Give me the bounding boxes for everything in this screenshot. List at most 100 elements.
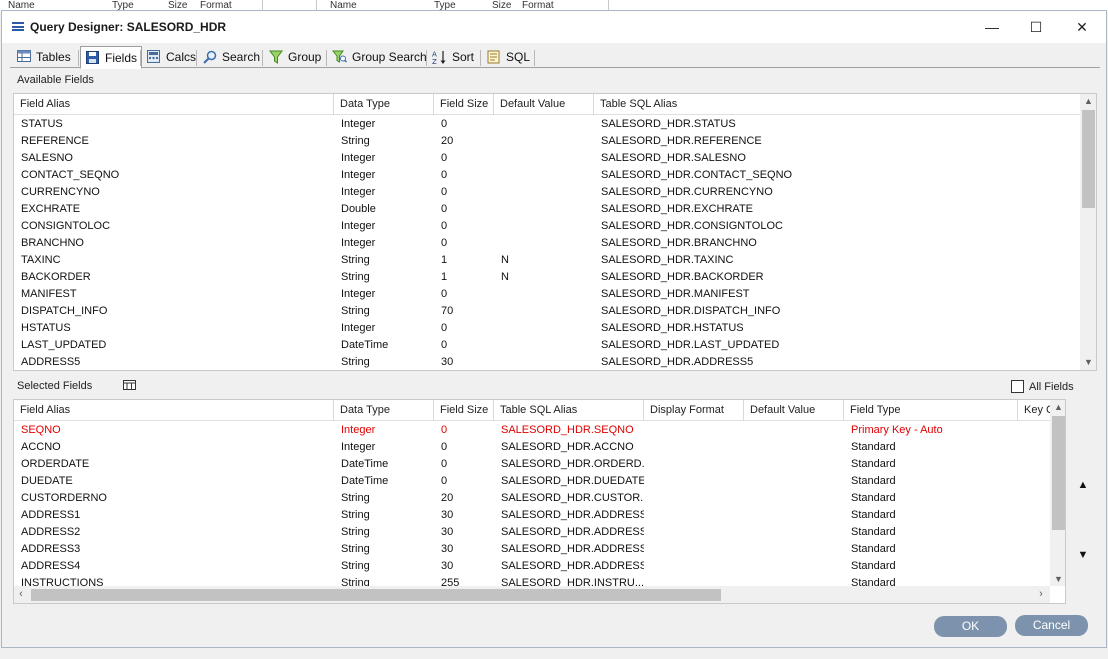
tab-group[interactable]: Group	[264, 46, 325, 68]
field-alias-cell: MANIFEST	[21, 288, 77, 300]
selected-field-row[interactable]: ORDERDATE DateTime 0 SALESORD_HDR.ORDERD...…	[14, 456, 1050, 473]
available-field-row[interactable]: HSTATUS Integer 0 SALESORD_HDR.HSTATUS	[14, 320, 1080, 337]
selected-field-row[interactable]: ADDRESS3 String 30 SALESORD_HDR.ADDRESS3 Sta…	[14, 541, 1050, 558]
data-type-cell: Integer	[341, 322, 376, 334]
data-type-cell: String	[341, 135, 370, 147]
available-field-row[interactable]: CURRENCYNO Integer 0 SALESORD_HDR.CURRENCYN…	[14, 184, 1080, 201]
tab-divider	[534, 50, 535, 66]
close-button[interactable]: ✕	[1060, 15, 1104, 39]
scrollbar-thumb[interactable]	[1052, 416, 1065, 530]
data-type-cell: Integer	[341, 169, 376, 181]
available-field-row[interactable]: CONTACT_SEQNO Integer 0 SALESORD_HDR.CONTAC…	[14, 167, 1080, 184]
available-vertical-scrollbar[interactable]: ▲ ▼	[1080, 94, 1096, 370]
maximize-button[interactable]: ☐	[1014, 15, 1058, 39]
field-size-cell: 0	[441, 441, 448, 453]
tab-sort[interactable]: AZ Sort	[428, 46, 478, 68]
available-field-row[interactable]: ADDRESS5 String 30 SALESORD_HDR.ADDRESS5	[14, 354, 1080, 370]
available-field-row[interactable]: EXCHRATE Double 0 SALESORD_HDR.EXCHRATE	[14, 201, 1080, 218]
cancel-button[interactable]: Cancel	[1015, 615, 1088, 636]
table-sql-alias-cell: SALESORD_HDR.CONSIGNTOLOC	[601, 220, 783, 232]
table-sql-alias-cell: SALESORD_HDR.CONTACT_SEQNO	[601, 169, 793, 181]
selected-field-row[interactable]: ADDRESS1 String 30 SALESORD_HDR.ADDRESS1 Sta…	[14, 507, 1050, 524]
scroll-up-arrow-icon[interactable]: ▲	[1080, 94, 1096, 108]
move-down-button[interactable]: ▼	[1076, 549, 1090, 563]
tab-tables[interactable]: Tables	[12, 46, 75, 68]
available-field-row[interactable]: LAST_UPDATED DateTime 0 SALESORD_HDR.LAST_U…	[14, 337, 1080, 354]
selected-field-row[interactable]: DUEDATE DateTime 0 SALESORD_HDR.DUEDATE Stan…	[14, 473, 1050, 490]
available-field-row[interactable]: CONSIGNTOLOC Integer 0 SALESORD_HDR.CONSIGN…	[14, 218, 1080, 235]
available-field-row[interactable]: DISPATCH_INFO String 70 SALESORD_HDR.DISPAT…	[14, 303, 1080, 320]
selected-field-row[interactable]: SEQNO Integer 0 SALESORD_HDR.SEQNO Primary K…	[14, 422, 1050, 439]
column-header-data-type[interactable]: Data Type	[334, 94, 434, 115]
column-header-display-format[interactable]: Display Format	[644, 400, 744, 421]
selected-fields-label: Selected Fields	[17, 380, 93, 392]
calculator-icon	[146, 50, 161, 64]
tab-divider	[140, 50, 141, 66]
field-size-cell: 0	[441, 339, 448, 351]
scroll-down-arrow-icon[interactable]: ▼	[1080, 355, 1096, 369]
table-sql-alias-cell: SALESORD_HDR.EXCHRATE	[601, 203, 753, 215]
column-header-table-sql-alias[interactable]: Table SQL Alias	[594, 94, 1080, 115]
tab-search-label: Search	[222, 50, 261, 64]
display-format-cell	[644, 507, 744, 524]
window-menu-icon[interactable]	[12, 22, 24, 31]
selected-vertical-scrollbar[interactable]: ▲ ▼	[1050, 400, 1065, 586]
field-alias-cell: CUSTORDERNO	[21, 492, 107, 504]
field-type-cell: Standard	[851, 441, 896, 453]
data-type-cell: String	[341, 492, 370, 504]
scroll-up-arrow-icon[interactable]: ▲	[1050, 400, 1065, 414]
field-alias-cell: EXCHRATE	[21, 203, 81, 215]
column-header-key[interactable]: Key C	[1018, 400, 1050, 421]
selected-field-row[interactable]: ACCNO Integer 0 SALESORD_HDR.ACCNO Standard	[14, 439, 1050, 456]
available-field-row[interactable]: BRANCHNO Integer 0 SALESORD_HDR.BRANCHNO	[14, 235, 1080, 252]
column-header-field-size[interactable]: Field Size	[434, 400, 494, 421]
selected-horizontal-scrollbar[interactable]: ‹ ›	[14, 586, 1050, 603]
data-type-cell: Integer	[341, 118, 376, 130]
column-header-default-value[interactable]: Default Value	[494, 94, 594, 115]
selected-field-row[interactable]: ADDRESS2 String 30 SALESORD_HDR.ADDRESS2 Sta…	[14, 524, 1050, 541]
field-alias-cell: CONSIGNTOLOC	[21, 220, 111, 232]
field-size-cell: 0	[441, 152, 448, 164]
tab-calcs[interactable]: Calcs	[142, 46, 200, 68]
column-header-table-sql-alias[interactable]: Table SQL Alias	[494, 400, 644, 421]
column-header-field-alias[interactable]: Field Alias	[14, 400, 334, 421]
column-header-field-size[interactable]: Field Size	[434, 94, 494, 115]
data-type-cell: Integer	[341, 237, 376, 249]
available-fields-grid: Field Alias Data Type Field Size Default…	[13, 93, 1097, 371]
column-header-data-type[interactable]: Data Type	[334, 400, 434, 421]
column-header-field-type[interactable]: Field Type	[844, 400, 1018, 421]
column-header-default-value[interactable]: Default Value	[744, 400, 844, 421]
field-size-cell: 0	[441, 186, 448, 198]
available-field-row[interactable]: SALESNO Integer 0 SALESORD_HDR.SALESNO	[14, 150, 1080, 167]
available-field-row[interactable]: BACKORDER String 1 N SALESORD_HDR.BACKORDER	[14, 269, 1080, 286]
scrollbar-thumb[interactable]	[1082, 110, 1095, 208]
tab-search[interactable]: Search	[198, 46, 264, 68]
available-field-row[interactable]: MANIFEST Integer 0 SALESORD_HDR.MANIFEST	[14, 286, 1080, 303]
tab-fields[interactable]: Fields	[80, 46, 143, 69]
table-sql-alias-cell: SALESORD_HDR.ADDRESS5	[601, 356, 754, 368]
scroll-right-arrow-icon[interactable]: ›	[1034, 586, 1048, 603]
selected-field-row[interactable]: ADDRESS4 String 30 SALESORD_HDR.ADDRESS4 Sta…	[14, 558, 1050, 575]
default-value-cell	[744, 473, 844, 490]
column-header-field-alias[interactable]: Field Alias	[14, 94, 334, 115]
all-fields-checkbox[interactable]	[1011, 380, 1024, 393]
fields-layout-icon[interactable]	[123, 380, 136, 393]
field-alias-cell: STATUS	[21, 118, 63, 130]
selected-field-row[interactable]: CUSTORDERNO String 20 SALESORD_HDR.CUSTOR..…	[14, 490, 1050, 507]
table-sql-alias-cell: SALESORD_HDR.STATUS	[601, 118, 736, 130]
scroll-left-arrow-icon[interactable]: ‹	[14, 586, 28, 603]
tab-group-label: Group	[288, 50, 322, 64]
data-type-cell: DateTime	[341, 339, 389, 351]
default-value-cell	[494, 218, 594, 235]
tab-group-search[interactable]: Group Search	[328, 46, 431, 68]
ok-button[interactable]: OK	[934, 616, 1007, 637]
available-field-row[interactable]: TAXINC String 1 N SALESORD_HDR.TAXINC	[14, 252, 1080, 269]
tab-sql[interactable]: SQL	[482, 46, 534, 68]
display-format-cell	[644, 541, 744, 558]
minimize-button[interactable]: —	[970, 15, 1014, 39]
move-up-button[interactable]: ▲	[1076, 479, 1090, 493]
available-field-row[interactable]: STATUS Integer 0 SALESORD_HDR.STATUS	[14, 116, 1080, 133]
scrollbar-thumb[interactable]	[31, 589, 721, 601]
scroll-down-arrow-icon[interactable]: ▼	[1050, 572, 1065, 586]
available-field-row[interactable]: REFERENCE String 20 SALESORD_HDR.REFERENCE	[14, 133, 1080, 150]
